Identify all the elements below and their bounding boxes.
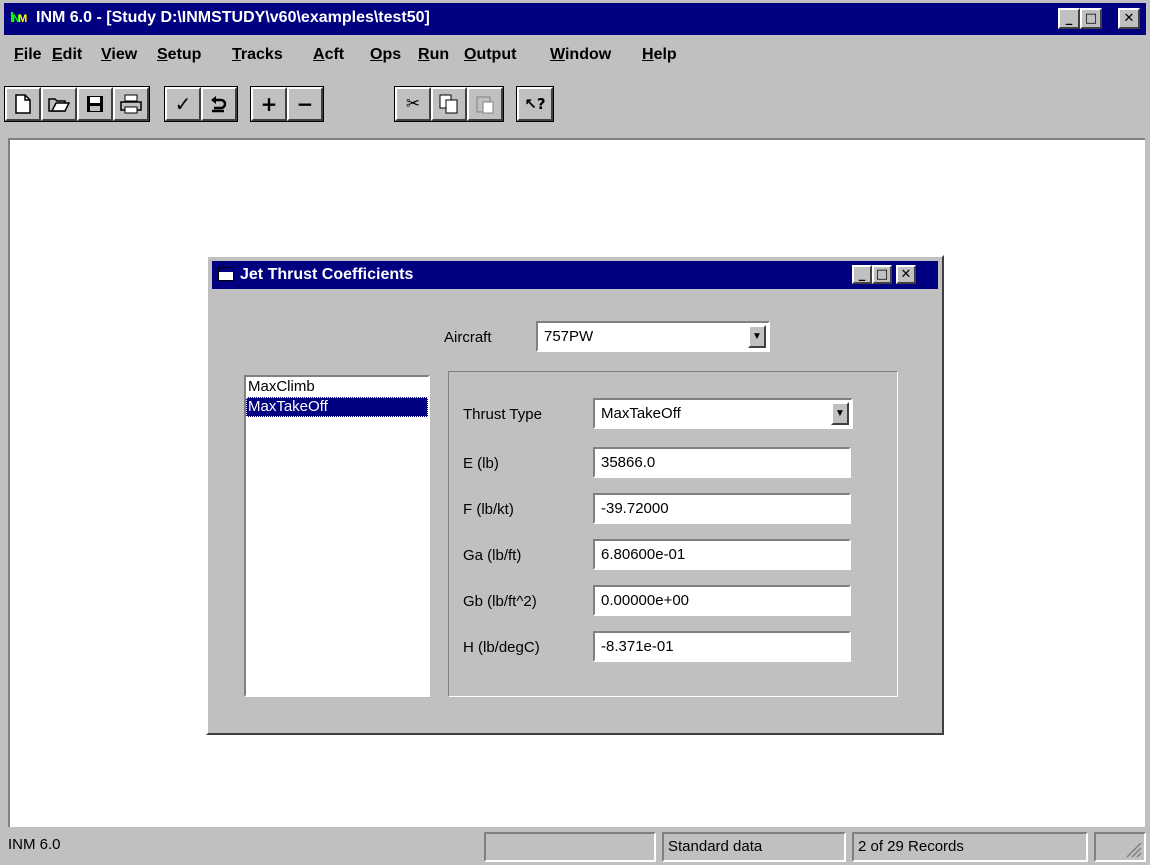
e-coefficient-input[interactable]: 35866.0 <box>593 447 851 478</box>
save-icon <box>87 96 103 112</box>
menu-help[interactable]: Help <box>642 46 677 64</box>
menu-tracks[interactable]: Tracks <box>232 46 283 64</box>
minimize-icon: _ <box>1065 11 1073 26</box>
print-button[interactable] <box>113 87 149 121</box>
context-help-button[interactable]: ↖? <box>517 87 553 121</box>
inm-app-icon[interactable]: INM <box>10 9 27 26</box>
app-title-bar[interactable]: INM INM 6.0 - [Study D:\INMSTUDY\v60\exa… <box>4 3 1146 35</box>
jet-thrust-window: Jet Thrust Coefficients _ □ ✕ Aircraft 7… <box>206 255 944 735</box>
new-file-button[interactable] <box>5 87 41 121</box>
file-toolbar-group <box>4 86 150 122</box>
save-button[interactable] <box>77 87 113 121</box>
gb-coefficient-input[interactable]: 0.00000e+00 <box>593 585 851 616</box>
thrust-type-select[interactable]: MaxTakeOff ▼ <box>593 398 853 429</box>
close-icon: ✕ <box>1123 11 1135 26</box>
status-app-name: INM 6.0 <box>8 836 61 853</box>
menu-setup[interactable]: Setup <box>157 46 201 64</box>
child-title-bar[interactable]: Jet Thrust Coefficients _ □ ✕ <box>212 261 938 289</box>
print-icon <box>120 94 142 114</box>
aircraft-dropdown-button[interactable]: ▼ <box>748 325 766 348</box>
minimize-icon: _ <box>858 267 866 282</box>
menu-output[interactable]: Output <box>464 46 516 64</box>
status-resize-panel <box>1094 832 1146 862</box>
help-toolbar-group: ↖? <box>516 86 554 122</box>
minus-icon: − <box>296 92 314 116</box>
status-record-count: 2 of 29 Records <box>852 832 1088 862</box>
window-icon[interactable] <box>218 267 234 281</box>
check-button[interactable]: ✓ <box>165 87 201 121</box>
resize-grip-icon[interactable] <box>1122 838 1142 858</box>
child-window-title: Jet Thrust Coefficients <box>240 266 414 283</box>
status-empty-panel <box>484 832 656 862</box>
toolbar: ✓ + − ✂ ↖? <box>4 80 1146 132</box>
clipboard-toolbar-group: ✂ <box>394 86 504 122</box>
dropdown-arrow-icon: ▼ <box>835 407 845 419</box>
copy-button[interactable] <box>431 87 467 121</box>
remove-button[interactable]: − <box>287 87 323 121</box>
minimize-button[interactable]: _ <box>1058 8 1080 29</box>
aircraft-select[interactable]: 757PW ▼ <box>536 321 770 352</box>
thrust-type-list[interactable]: MaxClimb MaxTakeOff <box>244 375 430 697</box>
plus-icon: + <box>260 92 278 116</box>
menu-window[interactable]: Window <box>550 46 611 64</box>
list-item-selected[interactable]: MaxTakeOff <box>246 397 428 417</box>
thrust-type-dropdown-button[interactable]: ▼ <box>831 402 849 425</box>
check-icon: ✓ <box>174 92 192 116</box>
app-title: INM 6.0 - [Study D:\INMSTUDY\v60\example… <box>36 9 430 26</box>
dropdown-arrow-icon: ▼ <box>752 330 762 342</box>
menu-view[interactable]: View <box>101 46 137 64</box>
status-data-source: Standard data <box>662 832 846 862</box>
status-bar: INM 6.0 Standard data 2 of 29 Records <box>0 829 1150 865</box>
gb-coefficient-label: Gb (lb/ft^2) <box>463 593 537 610</box>
coefficients-group: Thrust Type MaxTakeOff ▼ E (lb) 35866.0 … <box>448 371 898 697</box>
new-file-icon <box>15 94 31 114</box>
f-coefficient-input[interactable]: -39.72000 <box>593 493 851 524</box>
e-coefficient-label: E (lb) <box>463 455 499 472</box>
h-coefficient-input[interactable]: -8.371e-01 <box>593 631 851 662</box>
f-coefficient-label: F (lb/kt) <box>463 501 514 518</box>
aircraft-label: Aircraft <box>444 329 492 346</box>
copy-icon <box>439 94 458 114</box>
menu-acft[interactable]: Acft <box>313 46 344 64</box>
maximize-button[interactable]: □ <box>1080 8 1102 29</box>
close-icon: ✕ <box>900 267 912 282</box>
cut-button[interactable]: ✂ <box>395 87 431 121</box>
thrust-type-value: MaxTakeOff <box>601 405 681 422</box>
ga-coefficient-label: Ga (lb/ft) <box>463 547 522 564</box>
add-button[interactable]: + <box>251 87 287 121</box>
maximize-icon: □ <box>1084 11 1098 26</box>
undo-icon <box>211 96 227 113</box>
menu-run[interactable]: Run <box>418 46 449 64</box>
cut-icon: ✂ <box>405 94 421 114</box>
child-maximize-button[interactable]: □ <box>872 265 892 284</box>
maximize-icon: □ <box>875 267 889 282</box>
add-remove-toolbar-group: + − <box>250 86 324 122</box>
list-item[interactable]: MaxClimb <box>246 377 428 397</box>
edit-toolbar-group: ✓ <box>164 86 238 122</box>
open-folder-icon <box>48 98 70 112</box>
open-button[interactable] <box>41 87 77 121</box>
thrust-type-label: Thrust Type <box>463 406 542 423</box>
menu-file[interactable]: File <box>14 46 42 64</box>
aircraft-value: 757PW <box>544 328 594 345</box>
child-close-button[interactable]: ✕ <box>896 265 916 284</box>
paste-button[interactable] <box>467 87 503 121</box>
undo-button[interactable] <box>201 87 237 121</box>
h-coefficient-label: H (lb/degC) <box>463 639 540 656</box>
menu-edit[interactable]: Edit <box>52 46 82 64</box>
paste-icon <box>476 96 494 114</box>
child-minimize-button[interactable]: _ <box>852 265 872 284</box>
close-button[interactable]: ✕ <box>1118 8 1140 29</box>
context-help-icon: ↖? <box>524 95 546 113</box>
menu-ops[interactable]: Ops <box>370 46 401 64</box>
ga-coefficient-input[interactable]: 6.80600e-01 <box>593 539 851 570</box>
